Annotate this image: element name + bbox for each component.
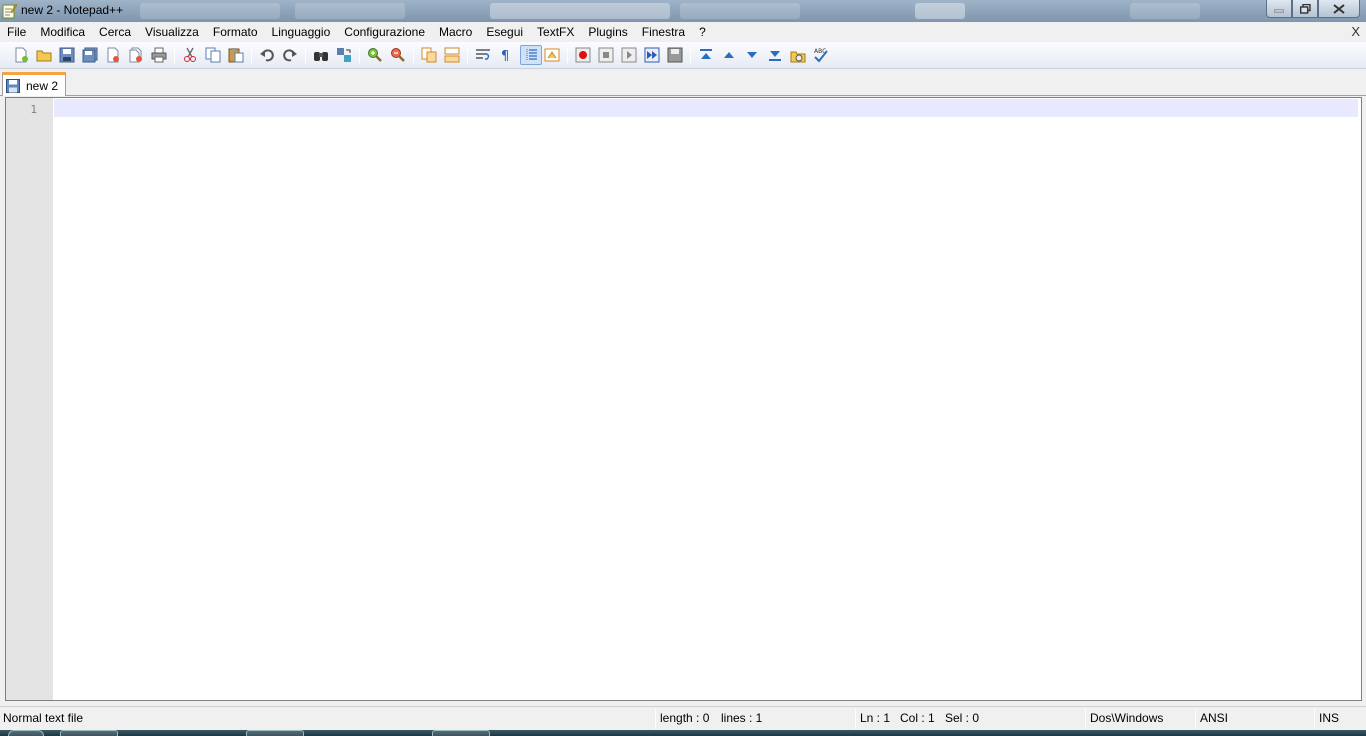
tab-label: new 2 [26, 78, 59, 93]
status-file-type: Normal text file [3, 711, 84, 725]
line-number-gutter: 1 [6, 98, 53, 700]
close-file-icon[interactable] [104, 46, 122, 64]
menu-help[interactable]: ? [692, 22, 713, 42]
sync-horizontal-icon[interactable] [443, 46, 461, 64]
new-file-icon[interactable] [12, 46, 30, 64]
play-macro-icon[interactable] [620, 46, 638, 64]
close-window-button[interactable] [1318, 0, 1360, 18]
menu-plugins[interactable]: Plugins [581, 22, 634, 42]
textfx-triangle-up-icon[interactable] [720, 46, 738, 64]
menu-configurazione[interactable]: Configurazione [337, 22, 432, 42]
undo-icon[interactable] [258, 46, 276, 64]
restore-button[interactable] [1292, 0, 1318, 18]
menu-visualizza[interactable]: Visualizza [138, 22, 206, 42]
title-bar[interactable]: new 2 - Notepad++ [0, 0, 1366, 22]
textfx-folder-icon[interactable] [789, 46, 807, 64]
menu-bar: File Modifica Cerca Visualizza Formato L… [0, 22, 1366, 42]
menu-formato[interactable]: Formato [206, 22, 265, 42]
status-insert-mode: INS [1319, 711, 1340, 725]
minimize-button[interactable] [1266, 0, 1292, 18]
stop-macro-icon[interactable] [597, 46, 615, 64]
save-macro-icon[interactable] [666, 46, 684, 64]
menu-esegui[interactable]: Esegui [479, 22, 530, 42]
indent-guide-icon[interactable] [520, 45, 542, 65]
menu-linguaggio[interactable]: Linguaggio [265, 22, 338, 42]
save-state-icon [6, 78, 20, 93]
record-macro-icon[interactable] [574, 46, 592, 64]
taskbar-app-button[interactable] [432, 730, 490, 736]
textfx-up-icon[interactable] [697, 46, 715, 64]
open-file-icon[interactable] [35, 46, 53, 64]
status-bar: Normal text file length : 0 lines : 1 Ln… [0, 706, 1366, 730]
close-document-button[interactable]: X [1351, 24, 1360, 39]
svg-text:¶: ¶ [501, 49, 509, 63]
start-button[interactable] [8, 730, 44, 736]
save-icon[interactable] [58, 46, 76, 64]
notepad-app-icon[interactable] [2, 3, 17, 19]
paste-icon[interactable] [227, 46, 245, 64]
print-icon[interactable] [150, 46, 168, 64]
menu-finestra[interactable]: Finestra [635, 22, 692, 42]
save-all-icon[interactable] [81, 46, 99, 64]
menu-macro[interactable]: Macro [432, 22, 479, 42]
window-title: new 2 - Notepad++ [21, 3, 124, 17]
current-line-highlight [54, 99, 1358, 117]
menu-modifica[interactable]: Modifica [33, 22, 92, 42]
windows-taskbar [0, 730, 1366, 736]
user-lang-icon[interactable] [543, 46, 561, 64]
zoom-out-icon[interactable] [389, 46, 407, 64]
copy-icon[interactable] [204, 46, 222, 64]
menu-file[interactable]: File [0, 22, 33, 42]
close-all-icon[interactable] [127, 46, 145, 64]
status-selection: Sel : 0 [945, 711, 980, 725]
status-lines: lines : 1 [721, 711, 763, 725]
redo-icon[interactable] [281, 46, 299, 64]
taskbar-app-button[interactable] [60, 730, 118, 736]
status-eol-format: Dos\Windows [1090, 711, 1164, 725]
minimize-icon [1274, 9, 1284, 12]
status-column: Col : 1 [900, 711, 935, 725]
replace-icon[interactable] [335, 46, 353, 64]
status-encoding: ANSI [1200, 711, 1229, 725]
restore-icon [1299, 3, 1311, 14]
play-multiple-macro-icon[interactable] [643, 46, 661, 64]
text-editor[interactable]: 1 [5, 97, 1362, 701]
zoom-in-icon[interactable] [366, 46, 384, 64]
word-wrap-icon[interactable] [474, 46, 492, 64]
spell-check-icon[interactable]: ABC [812, 46, 830, 64]
show-all-chars-icon[interactable]: ¶ [497, 46, 515, 64]
sync-vertical-icon[interactable] [420, 46, 438, 64]
textfx-triangle-down-icon[interactable] [743, 46, 761, 64]
cut-icon[interactable] [181, 46, 199, 64]
close-icon [1333, 3, 1345, 14]
line-number: 1 [30, 103, 37, 116]
tab-new-2[interactable]: new 2 [2, 72, 66, 96]
textfx-down-icon[interactable] [766, 46, 784, 64]
menu-cerca[interactable]: Cerca [92, 22, 138, 42]
menu-textfx[interactable]: TextFX [530, 22, 581, 42]
find-icon[interactable] [312, 46, 330, 64]
toolbar: ¶ ABC [0, 42, 1366, 69]
tab-bar: new 2 [0, 70, 1366, 96]
status-length: length : 0 [660, 711, 710, 725]
status-line: Ln : 1 [860, 711, 891, 725]
taskbar-app-button[interactable] [246, 730, 304, 736]
